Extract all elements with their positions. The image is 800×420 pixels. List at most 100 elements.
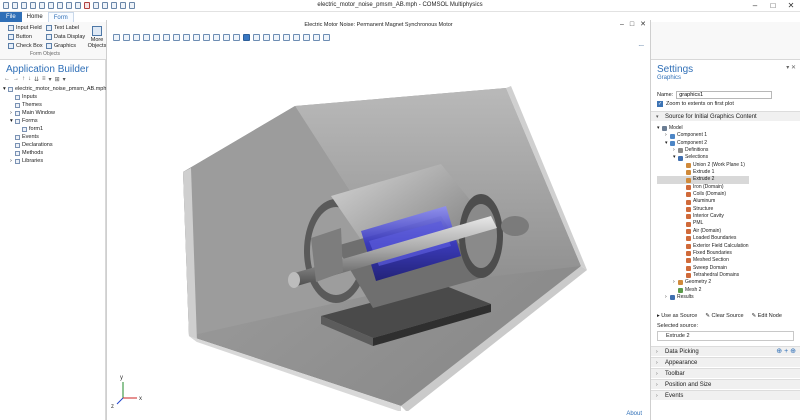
tab-home[interactable]: Home	[22, 12, 48, 22]
graphics-maximize-button[interactable]: □	[630, 20, 634, 30]
source-tree-item[interactable]: Iron (Domain)	[657, 184, 749, 191]
source-tree-item[interactable]: Aluminum	[657, 198, 749, 205]
data-display-button[interactable]: Data Display	[46, 34, 85, 40]
maximize-button[interactable]: □	[764, 0, 782, 12]
tree-item[interactable]: Inputs	[3, 93, 106, 101]
minimize-button[interactable]: –	[746, 0, 764, 12]
use-as-source-button[interactable]: ▸ Use as Source	[657, 313, 697, 319]
tree-item[interactable]: ▾ electric_motor_noise_pmsm_AB.mph	[3, 85, 106, 93]
source-tree: ▾ Model › Component 1 ▾ Component 2 › Definitio…	[657, 125, 749, 301]
close-button[interactable]: ✕	[782, 0, 800, 12]
source-tree-item[interactable]: › Results	[657, 294, 749, 301]
builder-toolbar-icon[interactable]: ↑	[22, 76, 25, 83]
source-tree-item[interactable]: Fixed Boundaries	[657, 250, 749, 257]
source-tree-item[interactable]: Exterior Field Calculation	[657, 243, 749, 250]
source-tree-item[interactable]: Union 2 (Work Plane 1)	[657, 162, 749, 169]
tree-item[interactable]: Themes	[3, 101, 106, 109]
builder-toolbar-icon[interactable]: →	[13, 76, 19, 83]
iso-view-icon[interactable]	[223, 34, 230, 41]
source-tree-item[interactable]: Extrude 2	[657, 176, 749, 184]
edit-node-button[interactable]: ✎ Edit Node	[752, 313, 782, 319]
builder-toolbar-icon[interactable]: ▾	[49, 76, 52, 83]
source-tree-item[interactable]: Tetrahedral Domains	[657, 272, 749, 279]
source-tree-item[interactable]: Air (Domain)	[657, 228, 749, 235]
top-view-icon[interactable]	[203, 34, 210, 41]
tree-item[interactable]: › Libraries	[3, 157, 106, 165]
source-section-header[interactable]: ▾ Source for Initial Graphics Content	[651, 111, 800, 121]
builder-toolbar-icon[interactable]: ↓	[28, 76, 31, 83]
graphics-close-button[interactable]: ✕	[640, 20, 646, 30]
tree-item-label: Declarations	[22, 142, 53, 148]
print-icon[interactable]	[323, 34, 330, 41]
tree-item[interactable]: Declarations	[3, 141, 106, 149]
image-snapshot-icon[interactable]	[313, 34, 320, 41]
builder-toolbar-icon[interactable]: ≡	[42, 76, 46, 83]
section-position-size[interactable]: › Position and Size	[651, 379, 800, 389]
right-view-icon[interactable]	[213, 34, 220, 41]
tree-item[interactable]: ▾ Forms	[3, 117, 106, 125]
builder-toolbar-icon[interactable]: ▾	[63, 76, 66, 83]
transparency-icon[interactable]	[163, 34, 170, 41]
tree-item[interactable]: › Main Window	[3, 109, 106, 117]
select-objects-icon[interactable]	[253, 34, 260, 41]
builder-toolbar-icon[interactable]: ←	[4, 76, 10, 83]
graphics-minimize-button[interactable]: –	[620, 20, 624, 30]
section-toolbar[interactable]: › Toolbar	[651, 368, 800, 378]
rotate-icon[interactable]	[233, 34, 240, 41]
about-link[interactable]: About	[626, 411, 642, 417]
name-input[interactable]	[676, 91, 773, 99]
tree-item[interactable]: Events	[3, 133, 106, 141]
select-mode-icon[interactable]	[243, 34, 250, 41]
check-box-button[interactable]: Check Box	[8, 43, 43, 49]
graphics-canvas[interactable]: y x z	[111, 46, 647, 411]
source-tree-item[interactable]: Mesh 2	[657, 287, 749, 294]
source-tree-item[interactable]: Structure	[657, 206, 749, 213]
source-tree-item[interactable]: ▾ Selections	[657, 154, 749, 161]
source-tree-item[interactable]: ▾ Component 2	[657, 140, 749, 147]
select-points-icon[interactable]	[293, 34, 300, 41]
text-label-button[interactable]: Text Label	[46, 25, 79, 31]
source-tree-item[interactable]: Coils (Domain)	[657, 191, 749, 198]
zoom-in-icon[interactable]	[113, 34, 120, 41]
axis-icon[interactable]	[173, 34, 180, 41]
source-tree-item[interactable]: Sweep Domain	[657, 265, 749, 272]
views-icon[interactable]	[183, 34, 190, 41]
tab-form[interactable]: Form	[47, 12, 74, 22]
tree-item[interactable]: form1	[3, 125, 106, 133]
zoom-box-icon[interactable]	[133, 34, 140, 41]
source-tree-label: Tetrahedral Domains	[693, 271, 740, 278]
source-tree-item[interactable]: › Component 1	[657, 132, 749, 139]
source-tree-item[interactable]: › Geometry 2	[657, 279, 749, 286]
zoom-extents-checkbox[interactable]: ✓	[657, 101, 663, 107]
select-edges-icon[interactable]	[283, 34, 290, 41]
section-events[interactable]: › Events	[651, 390, 800, 400]
section-data-picking[interactable]: › Data Picking ⊕ + ⊕	[651, 346, 800, 356]
graphics-button[interactable]: Graphics	[46, 43, 76, 49]
button-button[interactable]: Button	[8, 34, 32, 40]
source-tree-item[interactable]: Interior Cavity	[657, 213, 749, 220]
zoom-out-icon[interactable]	[123, 34, 130, 41]
clear-source-button[interactable]: ✎ Clear Source	[705, 313, 743, 319]
source-tree-item[interactable]: Loaded Boundaries	[657, 235, 749, 242]
hide-icon[interactable]	[303, 34, 310, 41]
zoom-extents-icon[interactable]	[143, 34, 150, 41]
builder-toolbar-icon[interactable]: ⊞	[55, 76, 60, 83]
add-icon[interactable]: ⊕ + ⊕	[776, 347, 796, 357]
source-tree-item[interactable]: Extrude 1	[657, 169, 749, 176]
pin-icon[interactable]: ▾ ✕	[786, 64, 796, 71]
more-objects-button[interactable]: More Objects	[86, 26, 108, 49]
source-tree-item[interactable]: › Definitions	[657, 147, 749, 154]
source-tree-item[interactable]: Meshed Section	[657, 257, 749, 264]
source-tree-item[interactable]: PML	[657, 220, 749, 227]
input-field-button[interactable]: Input Field	[8, 25, 42, 31]
select-domains-icon[interactable]	[263, 34, 270, 41]
zoom-selected-icon[interactable]	[153, 34, 160, 41]
builder-toolbar-icon[interactable]: ⇊	[34, 76, 39, 83]
select-boundaries-icon[interactable]	[273, 34, 280, 41]
front-view-icon[interactable]	[193, 34, 200, 41]
source-tree-item[interactable]: ▾ Model	[657, 125, 749, 132]
tab-file[interactable]: File	[0, 12, 22, 22]
section-appearance[interactable]: › Appearance	[651, 357, 800, 367]
tree-item[interactable]: Methods	[3, 149, 106, 157]
selected-source-field[interactable]: Extrude 2	[657, 331, 794, 341]
